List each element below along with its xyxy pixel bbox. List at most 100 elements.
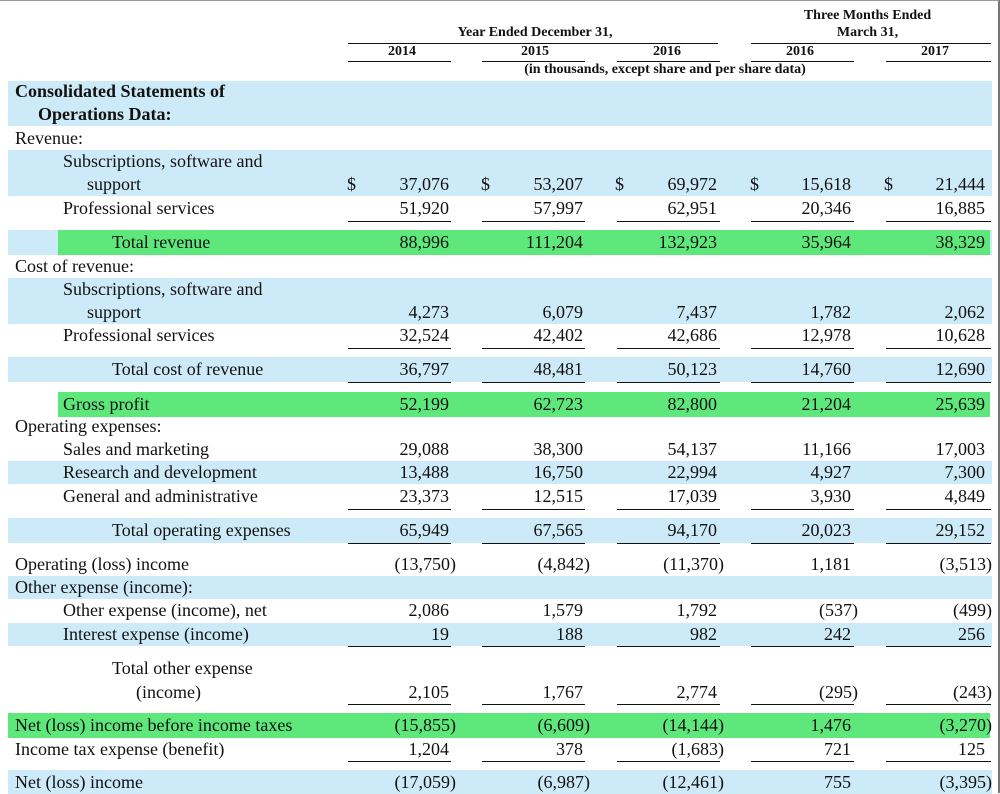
sales-q2016: 11,166 xyxy=(802,439,851,459)
cost-subs-q2017: 2,062 xyxy=(944,302,986,322)
interest-label: Interest expense (income) xyxy=(63,624,249,644)
cost-subs-2016: 7,437 xyxy=(676,302,718,322)
underline xyxy=(617,509,720,510)
header-year-ended: Year Ended December 31, xyxy=(457,25,613,40)
total-revenue-q2016: 35,964 xyxy=(801,232,852,252)
cost-prof-2016: 42,686 xyxy=(667,325,718,345)
header-three-months-2: March 31, xyxy=(836,25,899,40)
tax-label: Income tax expense (benefit) xyxy=(15,739,225,759)
revenue-label: Revenue: xyxy=(15,128,83,148)
year-2014: 2014 xyxy=(388,44,416,59)
rev-subs-q2017: 21,444 xyxy=(935,174,986,194)
year-2016: 2016 xyxy=(653,44,681,59)
underline xyxy=(348,704,451,705)
underline xyxy=(886,704,991,705)
total-opex-2016: 94,170 xyxy=(667,520,718,540)
gross-profit-q2016: 21,204 xyxy=(801,394,852,414)
total-other-label-1: Total other expense xyxy=(112,658,253,678)
interest-q2016: 242 xyxy=(824,624,851,644)
pretax-q2017: (3,270) xyxy=(939,715,993,735)
underline xyxy=(751,382,854,383)
underline xyxy=(482,704,585,705)
op-income-q2017: (3,513) xyxy=(939,554,993,574)
cost-prof-q2016: 12,978 xyxy=(801,325,852,345)
gross-profit-2016: 82,800 xyxy=(667,394,718,414)
ga-label: General and administrative xyxy=(63,486,258,506)
cost-subs-label-2: support xyxy=(87,302,141,322)
underline xyxy=(617,704,720,705)
ga-2014: 23,373 xyxy=(399,486,450,506)
underline xyxy=(348,761,451,762)
total-other-q2016: (295) xyxy=(819,682,858,702)
underline xyxy=(482,221,585,222)
ga-q2017: 4,849 xyxy=(944,486,986,506)
rev-prof-q2016: 20,346 xyxy=(801,198,852,218)
net-label: Net (loss) income xyxy=(15,772,143,792)
rev-prof-2014: 51,920 xyxy=(399,198,450,218)
cost-subs-label-1: Subscriptions, software and xyxy=(63,279,263,299)
cost-subs-q2016: 1,782 xyxy=(810,302,852,322)
underline xyxy=(751,704,854,705)
cost-prof-q2017: 10,628 xyxy=(935,325,986,345)
rev-subs-2016: 69,972 xyxy=(667,174,718,194)
rev-prof-q2017: 16,885 xyxy=(935,198,986,218)
underline xyxy=(751,509,854,510)
underline xyxy=(482,509,585,510)
gross-profit-2014: 52,199 xyxy=(399,394,450,414)
underline xyxy=(886,348,991,349)
underline xyxy=(482,348,585,349)
other-net-2016: 1,792 xyxy=(676,600,718,620)
total-other-2015: 1,767 xyxy=(542,682,584,702)
total-opex-label: Total operating expenses xyxy=(112,520,291,540)
underline xyxy=(348,221,451,222)
total-revenue-2014: 88,996 xyxy=(399,232,450,252)
sales-2014: 29,088 xyxy=(399,439,450,459)
section-title-2: Operations Data: xyxy=(38,104,172,124)
underline xyxy=(617,646,720,647)
pretax-2014: (15,855) xyxy=(394,715,457,735)
underline xyxy=(348,382,451,383)
rev-prof-2016: 62,951 xyxy=(667,198,718,218)
net-2015: (6,987) xyxy=(537,772,591,792)
total-cost-2014: 36,797 xyxy=(399,359,450,379)
other-net-2014: 2,086 xyxy=(408,600,450,620)
underline xyxy=(886,221,991,222)
tax-2014: 1,204 xyxy=(408,739,450,759)
total-cost-2015: 48,481 xyxy=(533,359,584,379)
pretax-2016: (14,144) xyxy=(662,715,725,735)
total-opex-2015: 67,565 xyxy=(533,520,584,540)
underline xyxy=(617,348,720,349)
total-other-q2017: (243) xyxy=(953,682,992,702)
rev-subs-q2016: 15,618 xyxy=(801,174,852,194)
cost-label: Cost of revenue: xyxy=(15,256,134,276)
sales-label: Sales and marketing xyxy=(63,439,209,459)
pretax-q2016: 1,476 xyxy=(810,715,852,735)
tax-q2016: 721 xyxy=(824,739,851,759)
cost-prof-2015: 42,402 xyxy=(533,325,584,345)
cost-subs-2014: 4,273 xyxy=(408,302,450,322)
underline xyxy=(617,221,720,222)
underline xyxy=(751,543,854,544)
rd-2014: 13,488 xyxy=(399,462,450,482)
total-other-2016: 2,774 xyxy=(676,682,718,702)
underline xyxy=(751,646,854,647)
rev-prof-label: Professional services xyxy=(63,198,215,218)
ga-q2016: 3,930 xyxy=(810,486,852,506)
underline xyxy=(886,761,991,762)
underline xyxy=(886,509,991,510)
tax-q2017: 125 xyxy=(958,739,985,759)
underline xyxy=(348,543,451,544)
underline xyxy=(617,382,720,383)
sales-2016: 54,137 xyxy=(667,439,718,459)
year-2016-q: 2016 xyxy=(786,44,814,59)
op-income-2015: (4,842) xyxy=(537,554,591,574)
cost-prof-2014: 32,524 xyxy=(399,325,450,345)
total-revenue-label: Total revenue xyxy=(112,232,211,252)
tax-2015: 378 xyxy=(556,739,583,759)
underline xyxy=(751,221,854,222)
total-cost-q2017: 12,690 xyxy=(935,359,986,379)
total-opex-2014: 65,949 xyxy=(399,520,450,540)
underline xyxy=(886,543,991,544)
net-2016: (12,461) xyxy=(662,772,725,792)
total-opex-q2016: 20,023 xyxy=(801,520,852,540)
